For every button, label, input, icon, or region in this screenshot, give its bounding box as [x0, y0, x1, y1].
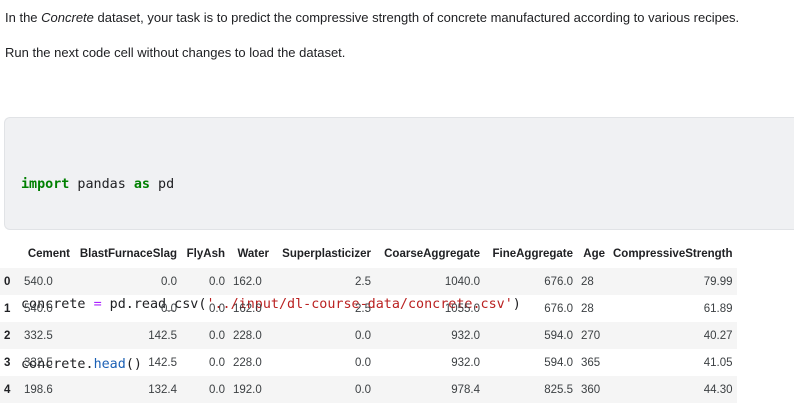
table-cell: 0.0 — [355, 383, 371, 396]
column-header: CoarseAggregate — [384, 248, 480, 260]
table-cell: 825.5 — [544, 383, 573, 396]
table-cell: 79.99 — [703, 275, 733, 288]
dataset-name: Concrete — [41, 10, 94, 25]
index-header — [0, 240, 20, 268]
table-cell: 676.0 — [544, 302, 573, 315]
table-row: 2 332.5 142.5 0.0 228.0 0.0 932.0 594.0 … — [0, 322, 737, 349]
table-cell: 0.0 — [355, 329, 371, 342]
column-header: CompressiveStrength — [613, 248, 733, 260]
table-cell: 162.0 — [233, 275, 262, 288]
table-cell: 978.4 — [451, 383, 480, 396]
table-cell: 228.0 — [233, 356, 262, 369]
table-row: 3 332.5 142.5 0.0 228.0 0.0 932.0 594.0 … — [0, 349, 737, 376]
table-cell: 0.0 — [209, 275, 225, 288]
row-index: 4 — [4, 383, 11, 396]
intro-before: In the — [5, 10, 42, 25]
table-cell: 594.0 — [544, 329, 573, 342]
table-cell: 2.5 — [355, 275, 371, 288]
table-cell: 0.0 — [161, 275, 177, 288]
header-row: Cement BlastFurnaceSlag FlyAsh Water Sup… — [0, 240, 737, 268]
row-index: 2 — [4, 329, 11, 342]
table-cell: 28 — [581, 302, 594, 315]
column-header: FlyAsh — [186, 248, 225, 260]
table-cell: 142.5 — [148, 329, 177, 342]
intro-text: In the Concrete dataset, your task is to… — [5, 9, 739, 27]
table-cell: 0.0 — [355, 356, 371, 369]
table-cell: 1055.0 — [444, 302, 480, 315]
table-cell: 0.0 — [161, 302, 177, 315]
table-cell: 61.89 — [703, 302, 733, 315]
table-cell: 0.0 — [209, 356, 225, 369]
keyword-import: import — [21, 177, 70, 192]
module-alias: pd — [150, 177, 175, 192]
column-header: Age — [583, 248, 605, 260]
column-header: FineAggregate — [492, 248, 573, 260]
table-cell: 594.0 — [544, 356, 573, 369]
table-cell: 0.0 — [209, 302, 225, 315]
table-cell: 676.0 — [544, 275, 573, 288]
table-cell: 198.6 — [24, 383, 53, 396]
module-name: pandas — [69, 177, 134, 192]
keyword-as: as — [133, 177, 150, 192]
table-cell: 0.0 — [209, 383, 225, 396]
column-header: Cement — [27, 248, 70, 260]
table-cell: 40.27 — [703, 329, 733, 342]
code-cell[interactable]: import pandas as pd concrete = pd.read_c… — [4, 117, 794, 372]
column-header: Superplasticizer — [282, 248, 371, 260]
table-cell: 2.5 — [355, 302, 371, 315]
table-row: 1 540.0 0.0 0.0 162.0 2.5 1055.0 676.0 2… — [0, 295, 737, 322]
table-cell: 132.4 — [148, 383, 177, 396]
table-cell: 540.0 — [24, 302, 53, 315]
table-cell: 142.5 — [148, 356, 177, 369]
table-cell: 332.5 — [24, 329, 53, 342]
table-row: 4 198.6 132.4 0.0 192.0 0.0 978.4 825.5 … — [0, 376, 737, 403]
row-index: 1 — [4, 302, 11, 315]
table-cell: 270 — [581, 329, 601, 342]
intro-after: dataset, your task is to predict the com… — [93, 10, 740, 25]
table-cell: 365 — [581, 356, 601, 369]
table-row: 0 540.0 0.0 0.0 162.0 2.5 1040.0 676.0 2… — [0, 268, 737, 295]
table-cell: 0.0 — [209, 329, 225, 342]
table-cell: 192.0 — [233, 383, 262, 396]
table-cell: 332.5 — [24, 356, 53, 369]
table-cell: 1040.0 — [444, 275, 480, 288]
table-cell: 28 — [581, 275, 594, 288]
table-cell: 932.0 — [451, 329, 480, 342]
code-line-1: import pandas as pd — [21, 175, 521, 195]
table-cell: 228.0 — [233, 329, 262, 342]
run-note: Run the next code cell without changes t… — [5, 45, 346, 60]
table-cell: 932.0 — [451, 356, 480, 369]
table-cell: 44.30 — [703, 383, 733, 396]
table-cell: 41.05 — [703, 356, 733, 369]
row-index: 3 — [4, 356, 11, 369]
row-index: 0 — [4, 275, 11, 288]
table-cell: 360 — [581, 383, 601, 396]
table-cell: 162.0 — [233, 302, 262, 315]
dataframe-output: Cement BlastFurnaceSlag FlyAsh Water Sup… — [0, 240, 737, 403]
column-header: BlastFurnaceSlag — [79, 248, 177, 260]
table-cell: 540.0 — [24, 275, 53, 288]
column-header: Water — [237, 248, 269, 260]
